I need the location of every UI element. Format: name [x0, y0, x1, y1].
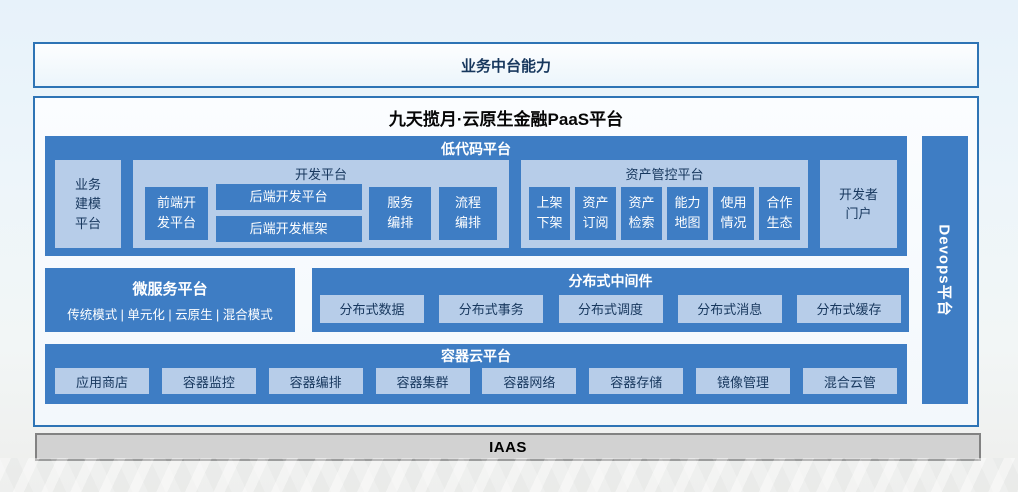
section-low-code-platform: 低代码平台 业务 建模 平台 开发平台 前端开 发平台 后端开发平台 后端开发框… [45, 136, 907, 256]
section-distributed-middleware: 分布式中间件 分布式数据 分布式事务 分布式调度 分布式消息 分布式缓存 [312, 268, 909, 332]
low-code-title: 低代码平台 [45, 136, 907, 159]
box-distributed-transaction: 分布式事务 [439, 295, 543, 323]
middleware-title: 分布式中间件 [312, 268, 909, 291]
middleware-row: 分布式数据 分布式事务 分布式调度 分布式消息 分布式缓存 [320, 294, 901, 323]
section-microservice-platform: 微服务平台 传统模式 | 单元化 | 云原生 | 混合模式 [45, 268, 295, 332]
iaas-bar: IAAS [35, 433, 981, 461]
container-cloud-row: 应用商店 容器监控 容器编排 容器集群 容器网络 容器存储 镜像管理 混合云管 [55, 367, 897, 395]
low-code-content-row: 业务 建模 平台 开发平台 前端开 发平台 后端开发平台 后端开发框架 服务 编… [55, 160, 897, 248]
devops-label: Devops平台 [935, 224, 956, 316]
box-container-cluster: 容器集群 [376, 368, 470, 394]
box-cooperation-ecosystem: 合作 生态 [759, 187, 800, 240]
backend-stack: 后端开发平台 后端开发框架 [216, 184, 362, 242]
box-usage-status: 使用 情况 [713, 187, 754, 240]
box-container-storage: 容器存储 [589, 368, 683, 394]
box-asset-subscription: 资产 订阅 [575, 187, 616, 240]
architecture-diagram: 业务中台能力 九天揽月·云原生金融PaaS平台 低代码平台 业务 建模 平台 开… [0, 0, 1018, 492]
box-container-monitoring: 容器监控 [162, 368, 256, 394]
background-texture [0, 458, 1018, 492]
box-asset-search: 资产 检索 [621, 187, 662, 240]
box-business-modeling-platform: 业务 建模 平台 [55, 160, 121, 248]
box-hybrid-cloud-management: 混合云管 [803, 368, 897, 394]
business-midplatform-banner: 业务中台能力 [33, 42, 979, 88]
box-shelf-on-off: 上架 下架 [529, 187, 570, 240]
box-image-management: 镜像管理 [696, 368, 790, 394]
box-capability-map: 能力 地图 [667, 187, 708, 240]
business-midplatform-label: 业务中台能力 [461, 55, 551, 76]
asset-platform-row: 上架 下架 资产 订阅 资产 检索 能力 地图 使用 情况 合作 生态 [529, 186, 800, 240]
group-asset-control-platform: 资产管控平台 上架 下架 资产 订阅 资产 检索 能力 地图 使用 情况 合作 … [521, 160, 808, 248]
box-backend-dev-framework: 后端开发框架 [216, 216, 362, 242]
box-process-orchestration: 流程 编排 [439, 187, 497, 240]
dev-platform-row: 前端开 发平台 后端开发平台 后端开发框架 服务 编排 流程 编排 [145, 186, 497, 240]
box-service-orchestration: 服务 编排 [369, 187, 431, 240]
iaas-label: IAAS [489, 439, 527, 456]
box-app-store: 应用商店 [55, 368, 149, 394]
box-frontend-dev-platform: 前端开 发平台 [145, 187, 208, 240]
box-container-network: 容器网络 [482, 368, 576, 394]
box-developer-portal: 开发者 门户 [820, 160, 897, 248]
asset-platform-title: 资产管控平台 [521, 160, 808, 183]
box-backend-dev-platform: 后端开发平台 [216, 184, 362, 210]
paas-platform-container: 九天揽月·云原生金融PaaS平台 低代码平台 业务 建模 平台 开发平台 前端开… [33, 96, 979, 427]
box-distributed-scheduling: 分布式调度 [559, 295, 663, 323]
dev-platform-title: 开发平台 [133, 160, 509, 183]
box-distributed-cache: 分布式缓存 [797, 295, 901, 323]
section-container-cloud-platform: 容器云平台 应用商店 容器监控 容器编排 容器集群 容器网络 容器存储 镜像管理… [45, 344, 907, 404]
container-cloud-title: 容器云平台 [45, 344, 907, 366]
box-container-orchestration: 容器编排 [269, 368, 363, 394]
group-dev-platform: 开发平台 前端开 发平台 后端开发平台 后端开发框架 服务 编排 流程 编排 [133, 160, 509, 248]
microservice-title: 微服务平台 [132, 278, 207, 299]
section-devops-platform: Devops平台 [922, 136, 968, 404]
microservice-modes: 传统模式 | 单元化 | 云原生 | 混合模式 [67, 304, 273, 323]
box-distributed-data: 分布式数据 [320, 295, 424, 323]
platform-title: 九天揽月·云原生金融PaaS平台 [35, 105, 977, 130]
box-distributed-messaging: 分布式消息 [678, 295, 782, 323]
